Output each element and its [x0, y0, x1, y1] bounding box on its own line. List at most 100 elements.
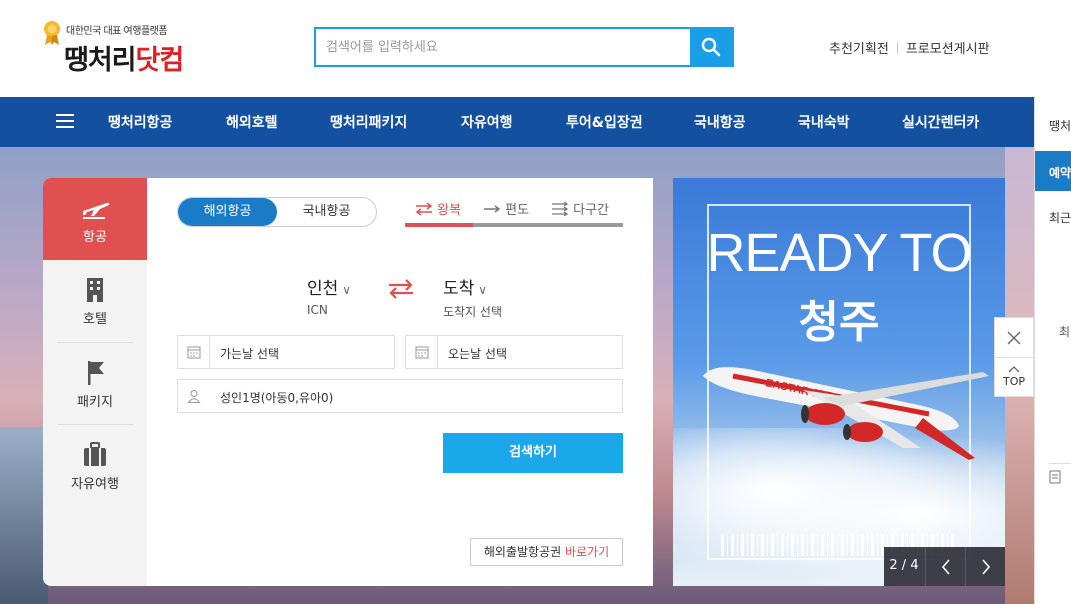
depart-date-label: 가는날 선택 [220, 347, 280, 361]
tab-free-travel[interactable]: 자유여행 [43, 425, 147, 507]
calendar-icon [406, 336, 438, 368]
promo-banner[interactable]: READY TO 청주 EASTAR JET [673, 178, 1005, 586]
trip-roundtrip-label: 왕복 [437, 203, 462, 218]
trip-type-selector: 왕복 편도 다구간 [405, 197, 623, 227]
intl-departure-action: 바로가기 [564, 545, 610, 559]
banner-prev-button[interactable] [925, 547, 965, 586]
destination-selector[interactable]: 도착 ∨ 도착지 선택 [443, 274, 502, 320]
menu-icon[interactable] [56, 114, 74, 128]
banner-title-line1: READY TO [706, 223, 972, 283]
main-nav: 땡처리항공 해외호텔 땡처리패키지 자유여행 투어&입장권 국내항공 국내숙박 … [0, 97, 1034, 147]
trip-roundtrip[interactable]: 왕복 [415, 199, 461, 218]
arrow-right-icon [484, 205, 501, 213]
passenger-label: 성인1명(아동0,유아0) [220, 391, 334, 405]
trip-type-underline [405, 223, 623, 227]
origin-code: ICN [307, 303, 328, 317]
tab-flight-label: 항공 [83, 230, 107, 245]
search-input[interactable] [316, 29, 692, 65]
nav-item-rentcar[interactable]: 실시간렌터카 [902, 112, 979, 132]
nav-item-hotels[interactable]: 해외호텔 [226, 112, 278, 132]
tab-hotel-label: 호텔 [83, 312, 107, 327]
scroll-top-label: TOP [1002, 375, 1025, 388]
nav-item-flights[interactable]: 땡처리항공 [108, 112, 172, 132]
swap-arrows-icon [415, 202, 433, 216]
logo-tagline: 대한민국 대표 여행플랫폼 [66, 26, 168, 37]
banner-next-button[interactable] [965, 547, 1005, 586]
swap-route-icon[interactable] [387, 278, 415, 300]
medal-icon [44, 21, 60, 45]
return-date-field[interactable]: 오는날 선택 [405, 335, 623, 369]
flight-search-panel: 해외항공 국내항공 왕복 편도 다구간 인천 ∨ ICN 도착 ∨ 도착지 선택… [147, 178, 653, 586]
intl-departure-text: 해외출발항공권 [483, 545, 562, 559]
close-button[interactable] [995, 318, 1033, 358]
booking-category-tabs: 항공 호텔 패키지 자유여행 [43, 178, 147, 586]
trip-type-active-underline [405, 223, 473, 227]
origin-selector[interactable]: 인천 ∨ ICN [307, 274, 351, 317]
airplane-icon [83, 202, 110, 219]
nav-item-domestic-flights[interactable]: 국내항공 [694, 112, 746, 132]
nav-item-free-travel[interactable]: 자유여행 [461, 112, 513, 132]
chevron-left-icon [941, 558, 950, 575]
trip-multicity[interactable]: 다구간 [551, 199, 609, 218]
building-icon [87, 278, 103, 302]
nav-item-domestic-stay[interactable]: 국내숙박 [798, 112, 850, 132]
hero-left-image [0, 427, 48, 604]
chevron-up-icon [1008, 366, 1020, 373]
intl-departure-link[interactable]: 해외출발항공권 바로가기 [470, 538, 623, 566]
toggle-international[interactable]: 해외항공 [178, 198, 277, 226]
right-panel-divider [1049, 463, 1071, 484]
trip-multicity-label: 다구간 [573, 203, 610, 218]
right-side-panel: 땡처 예약 최근 최 [1034, 97, 1071, 604]
suitcase-icon [84, 442, 106, 466]
destination-hint: 도착지 선택 [443, 305, 503, 319]
depart-date-field[interactable]: 가는날 선택 [177, 335, 395, 369]
toggle-domestic[interactable]: 국내항공 [277, 198, 376, 226]
tab-hotel[interactable]: 호텔 [43, 260, 147, 342]
close-icon [1007, 331, 1021, 344]
search-flights-button[interactable]: 검색하기 [443, 433, 623, 473]
site-logo[interactable]: 대한민국 대표 여행플랫폼 땡처리닷컴 [42, 18, 212, 80]
banner-pager: 2 / 4 [884, 547, 1005, 586]
flag-icon [88, 361, 104, 385]
scroll-top-button[interactable]: TOP [995, 359, 1033, 397]
banner-page-count: 2 / 4 [889, 558, 919, 573]
right-panel-active-item[interactable]: 예약 [1035, 151, 1071, 191]
return-date-label: 오는날 선택 [448, 347, 508, 361]
right-panel-item[interactable]: 땡처 [1049, 117, 1071, 134]
chevron-down-icon: ∨ [478, 283, 488, 297]
destination-city: 도착 [443, 279, 475, 299]
tab-package[interactable]: 패키지 [43, 343, 147, 425]
trip-oneway-label: 편도 [505, 203, 530, 218]
chevron-down-icon: ∨ [342, 283, 352, 297]
right-panel-item[interactable]: 최근 [1049, 209, 1071, 226]
document-icon [1049, 470, 1061, 484]
airplane-illustration: EASTAR JET [703, 367, 989, 460]
link-promotion-board[interactable]: 프로모션게시판 [906, 38, 990, 57]
flight-region-toggle: 해외항공 국내항공 [177, 197, 377, 227]
person-icon [178, 380, 210, 412]
banner-title-line2: 청주 [798, 297, 880, 348]
site-header: 대한민국 대표 여행플랫폼 땡처리닷컴 추천기획전 프로모션게시판 [0, 0, 1071, 97]
logo-name-main: 땡처리 [64, 45, 137, 76]
nav-item-packages[interactable]: 땡처리패키지 [330, 112, 407, 132]
trip-oneway[interactable]: 편도 [483, 199, 529, 218]
search-icon [701, 37, 721, 57]
origin-city: 인천 [307, 279, 339, 299]
tab-flight[interactable]: 항공 [43, 178, 147, 260]
right-panel-item: 최 [1059, 325, 1071, 339]
link-recommended[interactable]: 추천기획전 [829, 38, 889, 57]
logo-name: 땡처리닷컴 [64, 38, 185, 77]
header-links: 추천기획전 프로모션게시판 [829, 38, 990, 57]
passenger-field[interactable]: 성인1명(아동0,유아0) [177, 379, 623, 413]
chevron-right-icon [981, 558, 990, 575]
logo-name-dot: 닷컴 [135, 45, 185, 76]
tab-package-label: 패키지 [77, 395, 113, 410]
search-box [314, 27, 734, 67]
search-button[interactable] [690, 29, 732, 65]
floating-sidebox: TOP [994, 317, 1034, 397]
multi-route-icon [552, 201, 569, 217]
calendar-icon [178, 336, 210, 368]
link-divider [896, 41, 898, 54]
tab-free-travel-label: 자유여행 [71, 477, 119, 492]
nav-item-tours[interactable]: 투어&입장권 [566, 112, 643, 132]
